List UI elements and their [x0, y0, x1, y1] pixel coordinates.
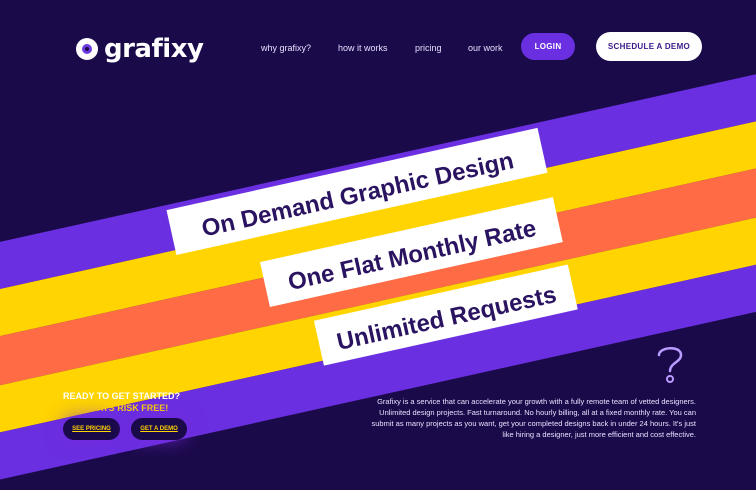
nav-pricing[interactable]: pricing: [415, 43, 442, 53]
nav-why-grafixy[interactable]: why grafixy?: [261, 43, 311, 53]
schedule-demo-button[interactable]: SCHEDULE A DEMO: [596, 32, 702, 61]
landing-page: On Demand Graphic Design One Flat Monthl…: [0, 0, 756, 490]
brand-logo[interactable]: grafixy: [76, 34, 204, 64]
see-pricing-button[interactable]: SEE PRICING: [63, 418, 120, 440]
service-description: Grafixy is a service that can accelerate…: [371, 397, 696, 439]
question-mark-icon: [657, 347, 683, 383]
brand-name: grafixy: [104, 34, 204, 64]
get-demo-button[interactable]: GET A DEMO: [131, 418, 187, 440]
cta-subtitle: TRY 7 DAYS RISK FREE!: [63, 403, 169, 413]
nav-how-it-works[interactable]: how it works: [338, 43, 388, 53]
logo-icon: [76, 38, 98, 60]
cta-title: READY TO GET STARTED?: [63, 391, 181, 401]
login-button[interactable]: LOGIN: [521, 33, 575, 60]
nav-our-work[interactable]: our work: [468, 43, 503, 53]
